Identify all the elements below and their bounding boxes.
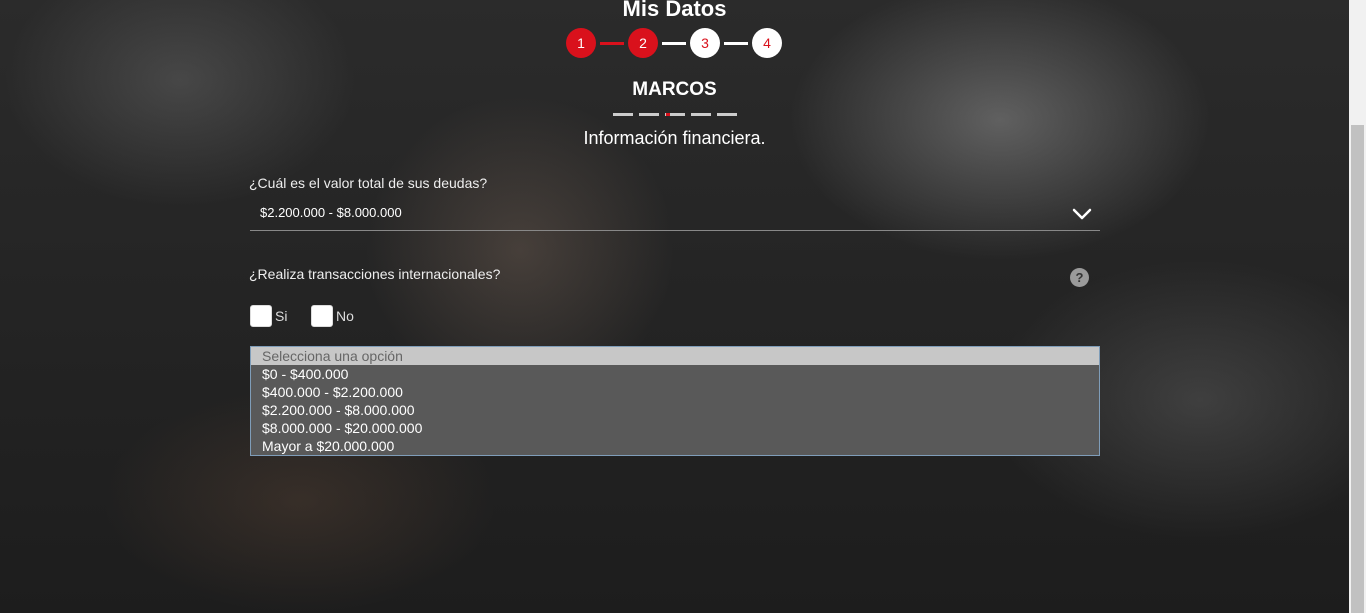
international-question-label: ¿Realiza transacciones internacionales? <box>249 266 501 282</box>
debt-select-value: $2.200.000 - $8.000.000 <box>260 205 402 220</box>
section-subtitle: Información financiera. <box>583 128 766 148</box>
step-1[interactable]: 1 <box>566 28 596 58</box>
sub-step-dash <box>717 113 737 116</box>
step-connector <box>724 42 748 45</box>
user-name: MARCOS <box>632 79 717 100</box>
page-title: Mis Datos <box>622 0 727 21</box>
sub-step-marker <box>666 113 670 116</box>
sub-step-dash <box>639 113 659 116</box>
listbox-option[interactable]: $400.000 - $2.200.000 <box>251 383 1099 401</box>
debt-select[interactable]: $2.200.000 - $8.000.000 <box>250 198 1100 231</box>
listbox-option[interactable]: $8.000.000 - $20.000.000 <box>251 419 1099 437</box>
help-icon[interactable]: ? <box>1070 268 1089 287</box>
checkbox-no[interactable] <box>311 305 333 327</box>
sub-step-dash <box>613 113 633 116</box>
scrollbar-thumb[interactable] <box>1351 125 1364 613</box>
step-2[interactable]: 2 <box>628 28 658 58</box>
listbox-option[interactable]: Mayor a $20.000.000 <box>251 437 1099 455</box>
option-si-label: Si <box>275 308 288 324</box>
step-4[interactable]: 4 <box>752 28 782 58</box>
step-3[interactable]: 3 <box>690 28 720 58</box>
listbox-option[interactable]: $2.200.000 - $8.000.000 <box>251 401 1099 419</box>
sub-step-dash <box>691 113 711 116</box>
listbox-placeholder[interactable]: Selecciona una opción <box>251 347 1099 365</box>
debt-question-label: ¿Cuál es el valor total de sus deudas? <box>249 175 488 191</box>
amount-options-listbox[interactable]: Selecciona una opción $0 - $400.000 $400… <box>250 346 1100 456</box>
step-connector <box>600 42 624 45</box>
chevron-down-icon[interactable] <box>1072 204 1092 224</box>
step-connector <box>662 42 686 45</box>
listbox-option[interactable]: $0 - $400.000 <box>251 365 1099 383</box>
checkbox-si[interactable] <box>250 305 272 327</box>
option-no-label: No <box>336 308 354 324</box>
